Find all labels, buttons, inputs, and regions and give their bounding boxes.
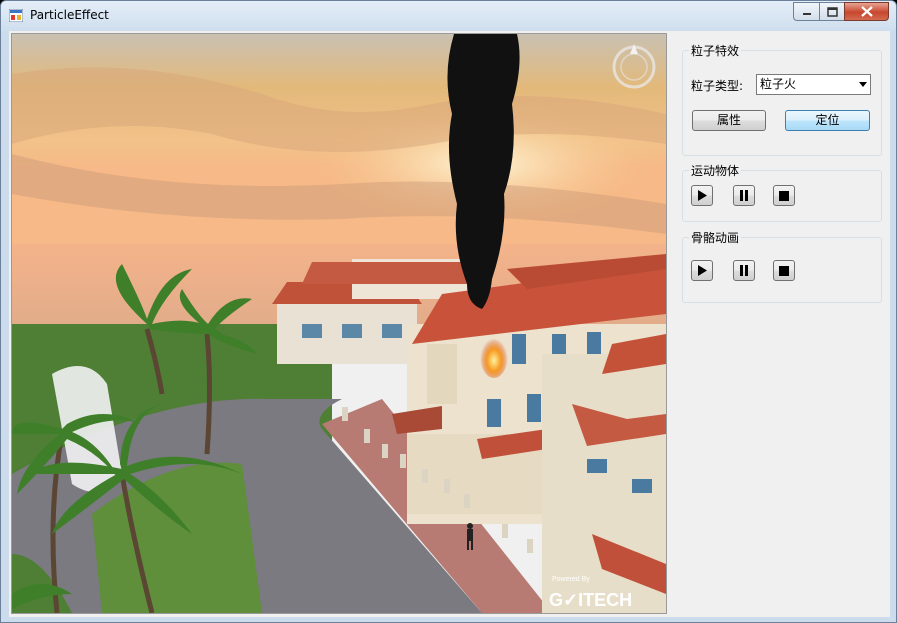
particle-type-value: 粒子火 bbox=[760, 77, 797, 91]
window-controls bbox=[793, 2, 889, 21]
motion-pause-button[interactable] bbox=[733, 185, 755, 206]
scene-viewport[interactable]: Powered By G✓ITECH bbox=[11, 33, 667, 614]
particle-type-select[interactable]: 粒子火 bbox=[756, 74, 871, 95]
pause-icon bbox=[740, 265, 748, 276]
window-title: ParticleEffect bbox=[30, 8, 109, 22]
watermark-brand: G✓ITECH bbox=[549, 590, 632, 610]
minimize-icon bbox=[802, 12, 811, 15]
skeleton-pause-button[interactable] bbox=[733, 260, 755, 281]
particle-type-label: 粒子类型: bbox=[691, 79, 744, 93]
motion-group-title: 运动物体 bbox=[689, 162, 742, 179]
motion-play-button[interactable] bbox=[691, 185, 713, 206]
skeleton-play-button[interactable] bbox=[691, 260, 713, 281]
locate-button[interactable]: 定位 bbox=[785, 110, 870, 131]
maximize-button[interactable] bbox=[819, 2, 844, 21]
close-icon bbox=[860, 6, 873, 17]
skeleton-stop-button[interactable] bbox=[773, 260, 795, 281]
stop-icon bbox=[779, 265, 789, 276]
skeleton-group-title: 骨骼动画 bbox=[689, 229, 742, 246]
skeleton-animation-group: 骨骼动画 bbox=[682, 229, 882, 303]
app-window: ParticleEffect Powered By G✓ITECH 粒子特效 粒… bbox=[0, 0, 897, 623]
stop-icon bbox=[779, 190, 789, 201]
motion-stop-button[interactable] bbox=[773, 185, 795, 206]
scene-render: Powered By G✓ITECH bbox=[12, 34, 666, 613]
client-area: Powered By G✓ITECH 粒子特效 粒子类型: 粒子火 属性 定位 … bbox=[9, 31, 890, 617]
particle-group-title: 粒子特效 bbox=[689, 42, 742, 59]
properties-button[interactable]: 属性 bbox=[692, 110, 766, 131]
title-bar[interactable]: ParticleEffect bbox=[1, 1, 896, 31]
motion-object-group: 运动物体 bbox=[682, 162, 882, 222]
particle-effect-group: 粒子特效 粒子类型: 粒子火 属性 定位 bbox=[682, 42, 882, 156]
close-button[interactable] bbox=[844, 2, 889, 21]
play-icon bbox=[698, 265, 707, 276]
play-icon bbox=[698, 190, 707, 201]
app-icon bbox=[9, 9, 23, 22]
maximize-icon bbox=[826, 6, 838, 17]
minimize-button[interactable] bbox=[793, 2, 819, 21]
chevron-down-icon bbox=[859, 82, 867, 87]
pause-icon bbox=[740, 190, 748, 201]
watermark-small: Powered By bbox=[552, 576, 590, 583]
